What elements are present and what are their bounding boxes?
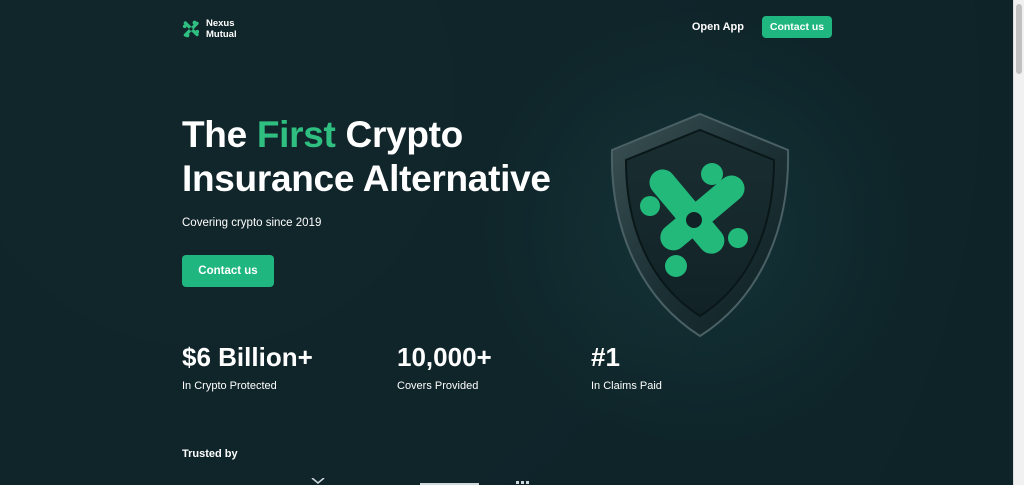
stat-value: #1 bbox=[591, 342, 620, 372]
brand-logo[interactable]: Nexus Mutual bbox=[182, 18, 237, 40]
stat-value: 10,000+ bbox=[397, 342, 492, 372]
top-nav: Open App Contact us bbox=[692, 16, 832, 38]
hero-subtitle: Covering crypto since 2019 bbox=[182, 217, 322, 229]
stat-label: In Claims Paid bbox=[591, 380, 662, 392]
stat-covers-provided: 10,000+ Covers Provided bbox=[397, 340, 492, 392]
hero-title-accent: First bbox=[256, 114, 336, 155]
header-contact-button[interactable]: Contact us bbox=[762, 16, 832, 38]
site-header: Nexus Mutual Open App Contact us bbox=[182, 16, 832, 44]
hero-title-part1: The bbox=[182, 114, 257, 155]
partner-logo-3-icon bbox=[516, 481, 529, 484]
brand-name: Nexus Mutual bbox=[206, 18, 237, 40]
open-app-link[interactable]: Open App bbox=[692, 21, 744, 33]
shield-icon bbox=[610, 112, 790, 338]
stat-value: $6 Billion+ bbox=[182, 342, 313, 372]
nexus-logo-icon bbox=[182, 20, 200, 38]
scrollbar-thumb[interactable] bbox=[1016, 4, 1022, 74]
hero-title-line2: Insurance Alternative bbox=[182, 158, 551, 199]
hero-title: The First Crypto Insurance Alternative bbox=[182, 113, 551, 201]
brand-name-line1: Nexus bbox=[206, 18, 235, 29]
stat-label: In Crypto Protected bbox=[182, 380, 277, 392]
stat-claims-paid: #1 In Claims Paid bbox=[591, 340, 662, 392]
partner-logo-1-icon bbox=[311, 478, 325, 485]
hero-contact-button[interactable]: Contact us bbox=[182, 255, 274, 287]
brand-name-line2: Mutual bbox=[206, 29, 237, 40]
partner-logos-strip bbox=[311, 478, 529, 485]
vertical-scrollbar[interactable] bbox=[1013, 0, 1024, 485]
trusted-by-heading: Trusted by bbox=[182, 448, 238, 460]
stat-label: Covers Provided bbox=[397, 380, 479, 392]
stat-crypto-protected: $6 Billion+ In Crypto Protected bbox=[182, 340, 313, 392]
hero-title-part2: Crypto bbox=[335, 114, 464, 155]
